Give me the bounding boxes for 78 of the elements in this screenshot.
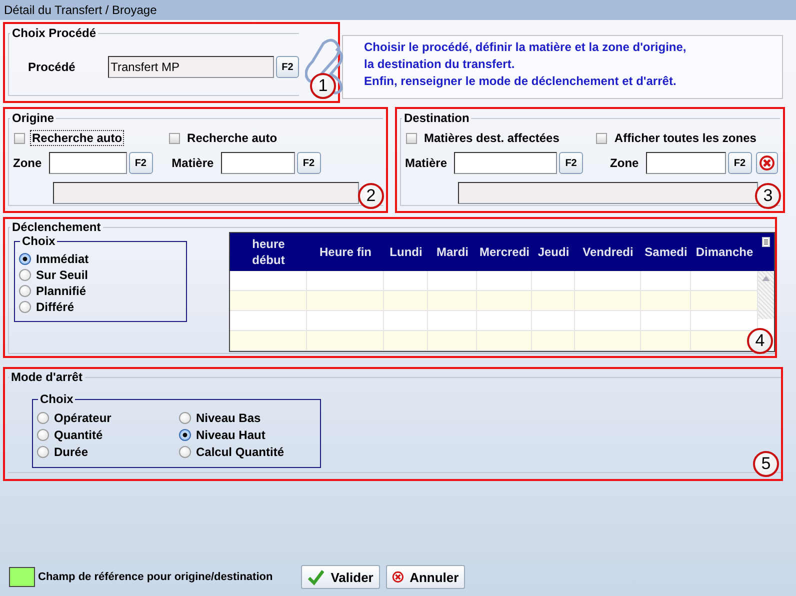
input-field[interactable] bbox=[646, 152, 726, 174]
radio-label: Immédiat bbox=[36, 252, 89, 266]
group-title: Choix bbox=[21, 234, 56, 248]
radio-button[interactable] bbox=[19, 269, 31, 281]
column-menu-icon[interactable] bbox=[762, 237, 770, 247]
callout-badge: 3 bbox=[755, 183, 781, 209]
info-text: Enfin, renseigner le mode de déclenchement et d'arrêt. bbox=[364, 73, 678, 90]
radio-button[interactable] bbox=[37, 446, 49, 458]
group-title: Destination bbox=[403, 111, 470, 125]
column-header[interactable]: heure début bbox=[230, 233, 307, 271]
radio-label: Différé bbox=[36, 300, 74, 314]
radio-label: Niveau Bas bbox=[196, 411, 261, 425]
group-title: Déclenchement bbox=[11, 220, 102, 234]
field-label: Matière bbox=[172, 156, 214, 170]
radio-button[interactable] bbox=[179, 446, 191, 458]
radio-button[interactable] bbox=[37, 429, 49, 441]
input-field[interactable]: Transfert MP bbox=[108, 56, 274, 78]
scrollbar[interactable] bbox=[758, 271, 774, 319]
radio-button[interactable] bbox=[179, 429, 191, 441]
callout-badge: 1 bbox=[310, 73, 336, 99]
checkbox[interactable] bbox=[596, 132, 608, 144]
field-label: Procédé bbox=[28, 60, 76, 74]
radio-button[interactable] bbox=[19, 253, 31, 265]
cancel-button[interactable]: Annuler bbox=[386, 565, 465, 589]
column-header[interactable]: Mercredi bbox=[477, 233, 532, 271]
window-title: Détail du Transfert / Broyage bbox=[0, 0, 796, 20]
checkbox-label: Afficher toutes les zones bbox=[613, 130, 758, 146]
checkbox-label: Matières dest. affectées bbox=[423, 130, 560, 146]
radio-label: Calcul Quantité bbox=[196, 445, 284, 459]
radio-label: Durée bbox=[54, 445, 88, 459]
group-title: Origine bbox=[11, 111, 56, 125]
group-title: Choix Procédé bbox=[11, 26, 98, 40]
radio-button[interactable] bbox=[179, 412, 191, 424]
column-header[interactable]: Dimanche bbox=[691, 233, 758, 271]
checkbox-label: Recherche auto bbox=[30, 130, 124, 146]
callout-badge: 5 bbox=[753, 451, 779, 477]
callout-badge: 2 bbox=[358, 183, 384, 209]
column-header[interactable]: Mardi bbox=[428, 233, 477, 271]
lookup-button[interactable]: F2 bbox=[276, 56, 299, 78]
radio-button[interactable] bbox=[37, 412, 49, 424]
group-title: Choix bbox=[39, 392, 74, 406]
column-header[interactable]: Heure fin bbox=[307, 233, 384, 271]
lookup-button[interactable]: F2 bbox=[728, 152, 752, 174]
lookup-button[interactable]: F2 bbox=[296, 152, 321, 174]
legend-swatch bbox=[9, 567, 35, 587]
group-title: Mode d'arrêt bbox=[10, 370, 84, 384]
column-header[interactable]: Jeudi bbox=[532, 233, 575, 271]
radio-button[interactable] bbox=[19, 301, 31, 313]
close-icon bbox=[392, 569, 404, 585]
column-header[interactable]: Samedi bbox=[641, 233, 691, 271]
column-header[interactable]: Lundi bbox=[384, 233, 428, 271]
column-header[interactable]: Vendredi bbox=[575, 233, 641, 271]
field-label: Matière bbox=[405, 156, 448, 170]
close-icon bbox=[758, 155, 775, 171]
field-label: Zone bbox=[610, 156, 639, 170]
radio-label: Niveau Haut bbox=[196, 428, 266, 442]
radio-label: Opérateur bbox=[54, 411, 112, 425]
checkbox-label: Recherche auto bbox=[186, 130, 278, 146]
validate-button[interactable]: Valider bbox=[300, 565, 380, 589]
radio-label: Plannifié bbox=[36, 284, 86, 298]
field-label: Zone bbox=[13, 156, 42, 170]
radio-label: Quantité bbox=[54, 428, 103, 442]
input-field[interactable] bbox=[220, 152, 295, 174]
lookup-button[interactable]: F2 bbox=[559, 152, 584, 174]
info-text: Choisir le procédé, définir la matière et la zone d'origine, bbox=[364, 39, 688, 56]
legend-label: Champ de référence pour origine/destination bbox=[38, 571, 273, 583]
radio-button[interactable] bbox=[19, 285, 31, 297]
input-field[interactable] bbox=[48, 152, 127, 174]
clear-button[interactable] bbox=[756, 152, 778, 174]
scroll-up-icon[interactable] bbox=[761, 275, 771, 281]
input-field[interactable] bbox=[454, 152, 558, 174]
checkmark-icon bbox=[306, 568, 325, 586]
info-text: la destination du transfert. bbox=[364, 56, 516, 73]
checkbox[interactable] bbox=[406, 132, 417, 144]
checkbox[interactable] bbox=[14, 132, 25, 144]
radio-label: Sur Seuil bbox=[36, 268, 88, 282]
lookup-button[interactable]: F2 bbox=[128, 152, 153, 174]
checkbox[interactable] bbox=[169, 132, 180, 144]
